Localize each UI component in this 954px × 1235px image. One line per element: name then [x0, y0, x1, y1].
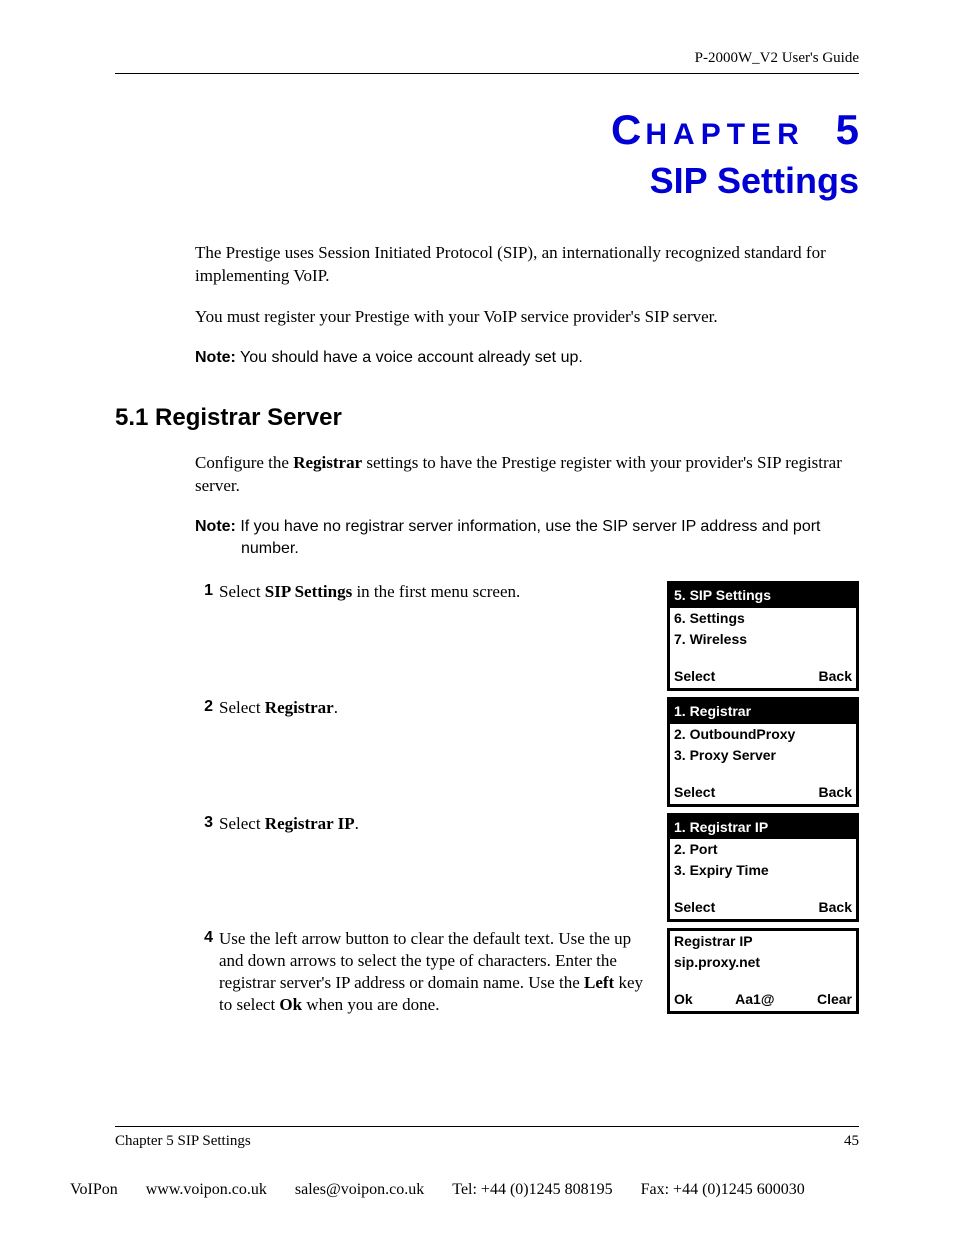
- distributor-info: VoIPon www.voipon.co.uk sales@voipon.co.…: [70, 1181, 894, 1199]
- company-tel: Tel: +44 (0)1245 808195: [452, 1181, 612, 1199]
- screen-line: 7. Wireless: [670, 629, 856, 650]
- section-intro: Configure the Registrar settings to have…: [195, 452, 859, 559]
- screen-line: sip.proxy.net: [670, 952, 856, 973]
- step-number: 1: [195, 581, 213, 603]
- step-number: 4: [195, 928, 213, 1016]
- section-note: Note: If you have no registrar server in…: [195, 516, 859, 559]
- screen-highlight: 1. Registrar IP: [670, 816, 856, 840]
- screen-line: 3. Expiry Time: [670, 860, 856, 881]
- step-text: 4 Use the left arrow button to clear the…: [195, 928, 667, 1016]
- step-row: 4 Use the left arrow button to clear the…: [195, 928, 859, 1020]
- step-text: 1 Select SIP Settings in the first menu …: [195, 581, 667, 603]
- screen-highlight: 1. Registrar: [670, 700, 856, 724]
- page-header: P-2000W_V2 User's Guide: [115, 50, 859, 74]
- step-text: 2 Select Registrar.: [195, 697, 667, 719]
- softkey-left: Select: [674, 898, 715, 917]
- footer-page-number: 45: [844, 1133, 859, 1150]
- softkey-right: Back: [819, 898, 852, 917]
- softkey-left: Select: [674, 667, 715, 686]
- softkey-right: Back: [819, 667, 852, 686]
- company-fax: Fax: +44 (0)1245 600030: [641, 1181, 805, 1199]
- company-url: www.voipon.co.uk: [146, 1181, 267, 1199]
- softkey-middle: Aa1@: [735, 990, 774, 1009]
- softkey-right: Back: [819, 783, 852, 802]
- company-name: VoIPon: [70, 1181, 118, 1199]
- screen-footer: Ok Aa1@ Clear: [670, 989, 856, 1011]
- footer-left: Chapter 5 SIP Settings: [115, 1133, 251, 1150]
- step-number: 3: [195, 813, 213, 835]
- step-body: Use the left arrow button to clear the d…: [219, 928, 649, 1016]
- intro-paragraph-1: The Prestige uses Session Initiated Prot…: [195, 242, 859, 288]
- softkey-left: Ok: [674, 990, 693, 1009]
- section-heading: 5.1 Registrar Server: [115, 404, 859, 432]
- step-body: Select Registrar.: [219, 697, 649, 719]
- intro-paragraph-2: You must register your Prestige with you…: [195, 306, 859, 329]
- company-email: sales@voipon.co.uk: [295, 1181, 424, 1199]
- note-text: If you have no registrar server informat…: [236, 518, 821, 557]
- page-footer: Chapter 5 SIP Settings 45: [115, 1126, 859, 1150]
- phone-screen: 5. SIP Settings 6. Settings 7. Wireless …: [667, 581, 859, 691]
- section-paragraph-1: Configure the Registrar settings to have…: [195, 452, 859, 498]
- steps-block: 1 Select SIP Settings in the first menu …: [195, 581, 859, 1019]
- chapter-label: CHAPTER 5: [611, 106, 859, 154]
- step-number: 2: [195, 697, 213, 719]
- note-label: Note:: [195, 518, 236, 535]
- screen-line: 2. Port: [670, 839, 856, 860]
- note-label: Note:: [195, 349, 236, 366]
- screen-highlight: 5. SIP Settings: [670, 584, 856, 608]
- screen-footer: Select Back: [670, 782, 856, 804]
- phone-screen: 1. Registrar 2. OutboundProxy 3. Proxy S…: [667, 697, 859, 807]
- chapter-title: SIP Settings: [115, 160, 859, 202]
- softkey-right: Clear: [817, 990, 852, 1009]
- screen-line: 2. OutboundProxy: [670, 724, 856, 745]
- softkey-left: Select: [674, 783, 715, 802]
- chapter-label-first: C: [611, 106, 645, 153]
- step-row: 2 Select Registrar. 1. Registrar 2. Outb…: [195, 697, 859, 813]
- intro-note: Note: You should have a voice account al…: [195, 347, 859, 369]
- screen-line: 6. Settings: [670, 608, 856, 629]
- phone-screen: Registrar IP sip.proxy.net Ok Aa1@ Clear: [667, 928, 859, 1014]
- intro-block: The Prestige uses Session Initiated Prot…: [195, 242, 859, 368]
- screen-line: Registrar IP: [670, 931, 856, 952]
- chapter-label-rest: HAPTER: [645, 118, 804, 151]
- step-body: Select Registrar IP.: [219, 813, 649, 835]
- screen-footer: Select Back: [670, 897, 856, 919]
- guide-title: P-2000W_V2 User's Guide: [695, 50, 859, 66]
- document-page: P-2000W_V2 User's Guide CHAPTER 5 SIP Se…: [0, 0, 954, 1235]
- chapter-number: 5: [836, 106, 859, 153]
- screen-footer: Select Back: [670, 666, 856, 688]
- phone-screen: 1. Registrar IP 2. Port 3. Expiry Time S…: [667, 813, 859, 923]
- screen-line: 3. Proxy Server: [670, 745, 856, 766]
- step-body: Select SIP Settings in the first menu sc…: [219, 581, 649, 603]
- note-text: You should have a voice account already …: [236, 349, 583, 366]
- step-row: 1 Select SIP Settings in the first menu …: [195, 581, 859, 697]
- step-row: 3 Select Registrar IP. 1. Registrar IP 2…: [195, 813, 859, 929]
- step-text: 3 Select Registrar IP.: [195, 813, 667, 835]
- chapter-heading-block: CHAPTER 5 SIP Settings: [115, 106, 859, 202]
